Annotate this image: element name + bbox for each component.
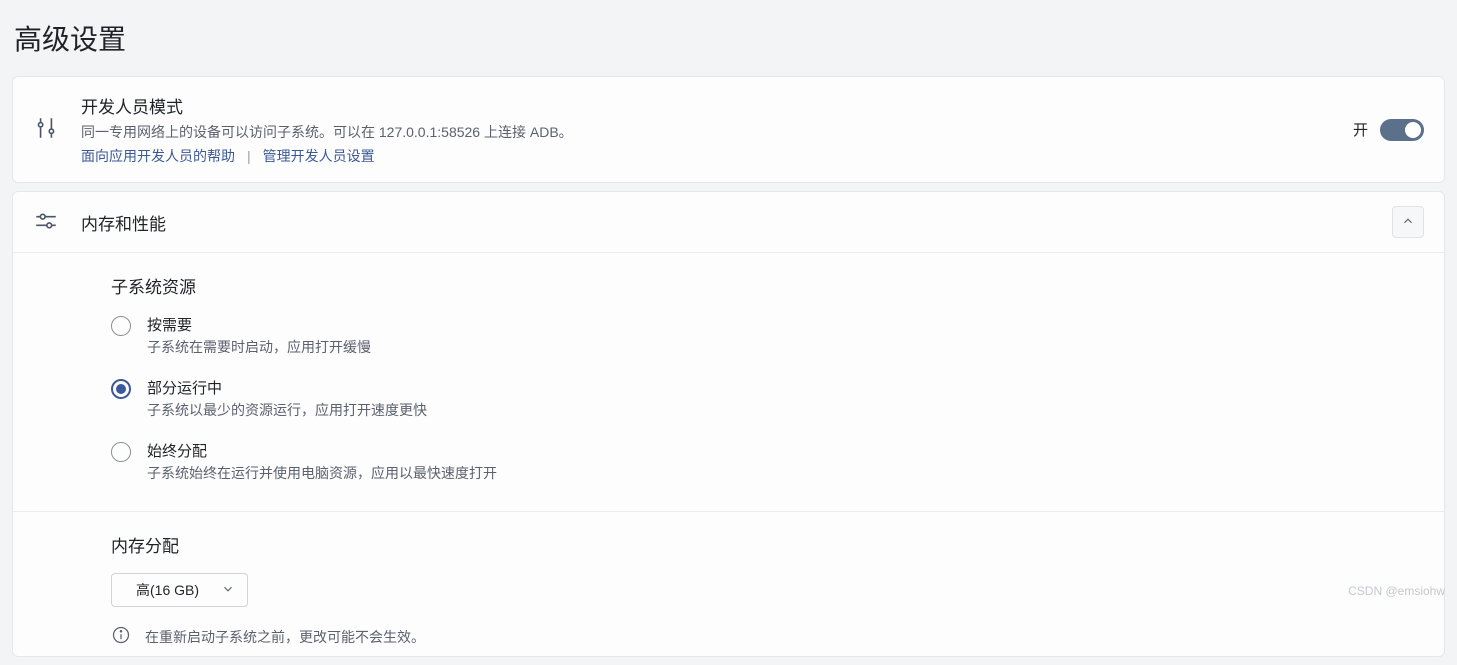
developer-mode-description: 同一专用网络上的设备可以访问子系统。可以在 127.0.0.1:58526 上连… — [81, 122, 1331, 142]
developer-mode-card: 开发人员模式 同一专用网络上的设备可以访问子系统。可以在 127.0.0.1:5… — [12, 76, 1445, 183]
radio-desc: 子系统始终在运行并使用电脑资源，应用以最快速度打开 — [147, 463, 497, 483]
developer-mode-title: 开发人员模式 — [81, 93, 1331, 118]
tools-icon — [33, 115, 59, 144]
radio-option-on-demand[interactable]: 按需要 子系统在需要时启动，应用打开缓慢 — [111, 314, 1424, 357]
dropdown-value: 高(16 GB) — [136, 580, 199, 600]
radio-title: 部分运行中 — [147, 377, 427, 398]
subsystem-resources-label: 子系统资源 — [111, 273, 1424, 298]
info-icon — [111, 625, 131, 648]
separator: | — [247, 148, 251, 164]
chevron-up-icon — [1401, 214, 1415, 231]
memory-allocation-label: 内存分配 — [111, 532, 1424, 557]
sliders-icon — [33, 208, 59, 237]
watermark: CSDN @emsiohw — [1348, 584, 1445, 598]
chevron-down-icon — [221, 582, 235, 599]
developer-help-link[interactable]: 面向应用开发人员的帮助 — [81, 146, 235, 166]
radio-desc: 子系统在需要时启动，应用打开缓慢 — [147, 337, 371, 357]
radio-icon — [111, 442, 131, 462]
radio-icon — [111, 316, 131, 336]
developer-manage-link[interactable]: 管理开发人员设置 — [263, 146, 375, 166]
memory-performance-title: 内存和性能 — [81, 210, 1370, 235]
toggle-state-label: 开 — [1353, 119, 1368, 140]
developer-mode-toggle[interactable] — [1380, 119, 1424, 141]
restart-info-text: 在重新启动子系统之前，更改可能不会生效。 — [145, 627, 425, 647]
page-title: 高级设置 — [0, 0, 1457, 76]
memory-allocation-dropdown[interactable]: 高(16 GB) — [111, 573, 248, 607]
radio-title: 按需要 — [147, 314, 371, 335]
radio-option-partial[interactable]: 部分运行中 子系统以最少的资源运行，应用打开速度更快 — [111, 377, 1424, 420]
memory-performance-header[interactable]: 内存和性能 — [13, 192, 1444, 253]
radio-desc: 子系统以最少的资源运行，应用打开速度更快 — [147, 400, 427, 420]
radio-title: 始终分配 — [147, 440, 497, 461]
memory-performance-card: 内存和性能 子系统资源 按需要 子系统在需要时启动，应用打开缓慢 部分运行中 子… — [12, 191, 1445, 657]
collapse-button[interactable] — [1392, 206, 1424, 238]
radio-icon — [111, 379, 131, 399]
radio-option-always[interactable]: 始终分配 子系统始终在运行并使用电脑资源，应用以最快速度打开 — [111, 440, 1424, 483]
